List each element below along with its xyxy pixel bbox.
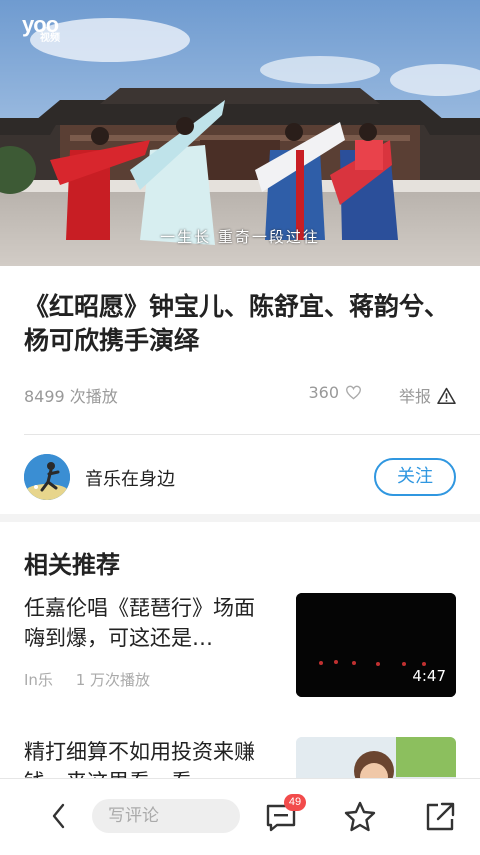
heart-icon [345,385,362,400]
divider [24,434,480,435]
list-item[interactable]: 任嘉伦唱《琵琶行》场面嗨到爆，可这还是… In乐 1 万次播放 4:47 [24,593,456,703]
recommend-thumbnail[interactable]: 4:47 [296,593,456,697]
section-separator [0,514,480,522]
back-icon[interactable] [48,801,70,831]
video-title: 《红昭愿》钟宝儿、陈舒宜、蒋韵兮、杨可欣携手演绎 [24,292,450,355]
author-name[interactable]: 音乐在身边 [85,465,175,491]
bottom-action-bar: 写评论 49 [0,778,480,855]
report-label: 举报 [398,387,431,406]
avatar[interactable] [24,454,70,500]
related-section-title: 相关推荐 [24,551,120,579]
comment-count-badge: 49 [284,794,306,811]
comment-input[interactable]: 写评论 [92,799,240,833]
follow-button[interactable]: 关注 [374,458,456,496]
video-subtitle: 一生长 重奇一段过往 [160,228,320,246]
logo-subtext: 视频 [40,33,60,44]
like-count: 360 [308,383,339,402]
recommend-title[interactable]: 任嘉伦唱《琵琶行》场面嗨到爆，可这还是… [24,593,274,653]
recommend-meta: In乐 1 万次播放 [24,669,150,690]
warning-icon [437,387,456,404]
video-duration: 4:47 [412,667,446,685]
report-button[interactable]: 举报 [399,383,456,407]
recommend-plays: 1 万次播放 [75,671,151,689]
avatar-image [24,454,70,500]
yoo-logo: yoo 视频 [22,14,60,44]
recommend-source: In乐 [24,671,53,689]
like-button[interactable]: 360 [308,383,362,402]
video-meta: 8499 次播放 360 举报 [24,383,456,407]
star-icon[interactable] [342,799,378,835]
share-icon[interactable] [422,799,458,835]
play-count: 8499 次播放 [24,387,118,406]
video-player[interactable]: yoo 视频 一生长 重奇一段过往 [0,0,480,266]
author-row[interactable]: 音乐在身边 关注 [24,452,456,502]
